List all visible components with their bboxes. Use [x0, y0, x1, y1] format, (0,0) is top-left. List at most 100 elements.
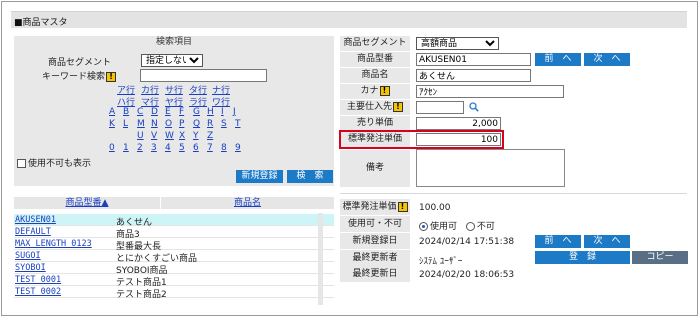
- warning-icon: !: [106, 71, 117, 82]
- alpha-row-2: K L M N O P Q R S T: [14, 119, 334, 130]
- supplier-input[interactable]: [416, 101, 464, 114]
- warning-icon: !: [393, 101, 403, 112]
- index-link[interactable]: D: [151, 107, 158, 117]
- page-title: ■商品マスタ: [14, 18, 68, 28]
- usable-no-radio[interactable]: 不可: [465, 222, 495, 232]
- segment-select[interactable]: 指定しない: [141, 54, 203, 67]
- index-link[interactable]: P: [179, 119, 184, 129]
- edit-segment-label: 商品セグメント: [340, 36, 410, 51]
- index-link[interactable]: T: [235, 119, 241, 129]
- kana-row-1: ア行 カ行 サ行 タ行 ナ行: [14, 83, 334, 96]
- index-link[interactable]: Y: [193, 131, 199, 141]
- detail-std-price-value: 100.00: [419, 203, 451, 213]
- prev-button-top[interactable]: 前 へ: [535, 53, 581, 66]
- usable-radio-group: 使用可 不可: [419, 219, 495, 232]
- index-link[interactable]: 9: [235, 143, 241, 153]
- created-label: 新規登録日: [340, 233, 410, 249]
- memo-textarea[interactable]: [416, 149, 565, 187]
- search-icon[interactable]: [469, 102, 479, 112]
- usable-label: 使用可・不可: [340, 216, 410, 232]
- index-link[interactable]: A: [109, 107, 115, 117]
- warning-icon: !: [379, 85, 390, 96]
- index-link[interactable]: S: [221, 119, 227, 129]
- next-button-top[interactable]: 次 へ: [584, 53, 630, 66]
- index-link[interactable]: F: [179, 107, 184, 117]
- keyword-input[interactable]: [140, 69, 267, 82]
- index-link[interactable]: Q: [193, 119, 200, 129]
- index-link[interactable]: V: [151, 131, 157, 141]
- product-name-input[interactable]: [416, 69, 531, 82]
- segment-label: 商品セグメント: [48, 58, 112, 68]
- index-link[interactable]: 8: [221, 143, 227, 153]
- usable-yes-radio[interactable]: 使用可: [419, 222, 457, 232]
- table-row[interactable]: AKUSEN01 あくせん: [14, 214, 334, 228]
- index-link[interactable]: K: [109, 119, 115, 129]
- index-link[interactable]: O: [165, 119, 172, 129]
- detail-std-price-label-cell: 標準発注単価!: [340, 199, 410, 215]
- index-link[interactable]: R: [207, 119, 213, 129]
- product-name-label: 商品名: [340, 68, 410, 83]
- index-link[interactable]: G: [193, 107, 200, 117]
- table-row[interactable]: TEST 0002 テスト商品2: [14, 286, 334, 300]
- index-link[interactable]: X: [179, 131, 185, 141]
- checkbox-box[interactable]: [17, 159, 26, 168]
- kana-row-2: ハ行 マ行 ヤ行 ラ行 ワ行: [14, 95, 334, 108]
- search-panel: 検索項目 商品セグメント 指定しない キーワード検索! ア行 カ行 サ行 タ行 …: [14, 36, 334, 186]
- index-link[interactable]: W: [165, 131, 174, 141]
- highlight-box: [339, 130, 504, 149]
- index-link[interactable]: I: [221, 107, 224, 117]
- sale-price-input[interactable]: [416, 117, 501, 130]
- index-link[interactable]: 7: [207, 143, 213, 153]
- index-link[interactable]: 4: [165, 143, 171, 153]
- updated-label: 最終更新日: [340, 266, 410, 282]
- index-link[interactable]: Z: [207, 131, 213, 141]
- index-link[interactable]: 5: [179, 143, 185, 153]
- index-link[interactable]: C: [137, 107, 143, 117]
- updater-label: 最終更新者: [340, 250, 410, 266]
- new-register-button[interactable]: 新規登録: [236, 170, 283, 183]
- alpha-row-3: U V W X Y Z: [14, 131, 334, 142]
- index-link[interactable]: M: [137, 119, 145, 129]
- kana-input[interactable]: [416, 85, 564, 98]
- table-row[interactable]: DEFAULT 商品3: [14, 226, 334, 240]
- table-row[interactable]: SUGOI とにかくすごい商品: [14, 250, 334, 264]
- column-header-name[interactable]: 商品名: [161, 197, 334, 209]
- supplier-label: 主要仕入先: [346, 102, 392, 112]
- index-link[interactable]: N: [151, 119, 158, 129]
- index-link[interactable]: 2: [137, 143, 143, 153]
- copy-button[interactable]: コピー: [632, 251, 688, 264]
- index-link[interactable]: B: [123, 107, 129, 117]
- column-header-code[interactable]: 商品型番▲: [14, 197, 160, 209]
- index-link[interactable]: 0: [109, 143, 115, 153]
- updater-value: ｼｽﾃﾑ ﾕｰｻﾞｰ: [419, 257, 463, 267]
- show-unusable-checkbox[interactable]: 使用不可も表示: [17, 156, 91, 169]
- search-button[interactable]: 検 索: [287, 170, 333, 183]
- sale-price-label: 売り単価: [340, 116, 410, 131]
- supplier-label-cell: 主要仕入先!: [340, 100, 410, 115]
- product-list: 商品型番▲ 商品名 AKUSEN01 あくせん DEFAULT 商品3 MAX …: [14, 197, 334, 302]
- prev-button[interactable]: 前 へ: [535, 235, 581, 248]
- index-link[interactable]: J: [233, 107, 236, 117]
- table-row[interactable]: TEST 0001 テスト商品1: [14, 274, 334, 288]
- index-link[interactable]: U: [137, 131, 144, 141]
- product-code-input[interactable]: [416, 53, 531, 66]
- register-button[interactable]: 登 録: [535, 251, 630, 264]
- page-title-bar: ■商品マスタ: [11, 11, 687, 28]
- index-link[interactable]: 1: [123, 143, 129, 153]
- next-button[interactable]: 次 へ: [584, 235, 630, 248]
- kana-label: カナ: [360, 86, 379, 96]
- index-link[interactable]: H: [207, 107, 214, 117]
- index-link[interactable]: 6: [193, 143, 199, 153]
- list-scrollbar[interactable]: [318, 213, 323, 305]
- index-link[interactable]: 3: [151, 143, 157, 153]
- alpha-row-1: A B C D E F G H I J: [14, 107, 334, 118]
- index-link[interactable]: L: [123, 119, 128, 129]
- table-row[interactable]: SYOBOI SYOBOI商品: [14, 262, 334, 276]
- edit-segment-select[interactable]: 高額商品: [416, 37, 499, 50]
- table-row[interactable]: MAX LENGTH 0123 型番最大長: [14, 238, 334, 252]
- product-code-label: 商品型番: [340, 52, 410, 67]
- memo-label: 備考: [340, 150, 410, 187]
- index-link[interactable]: E: [165, 107, 171, 117]
- kana-label-cell: カナ!: [340, 84, 410, 99]
- keyword-label: キーワード検索!: [42, 69, 117, 82]
